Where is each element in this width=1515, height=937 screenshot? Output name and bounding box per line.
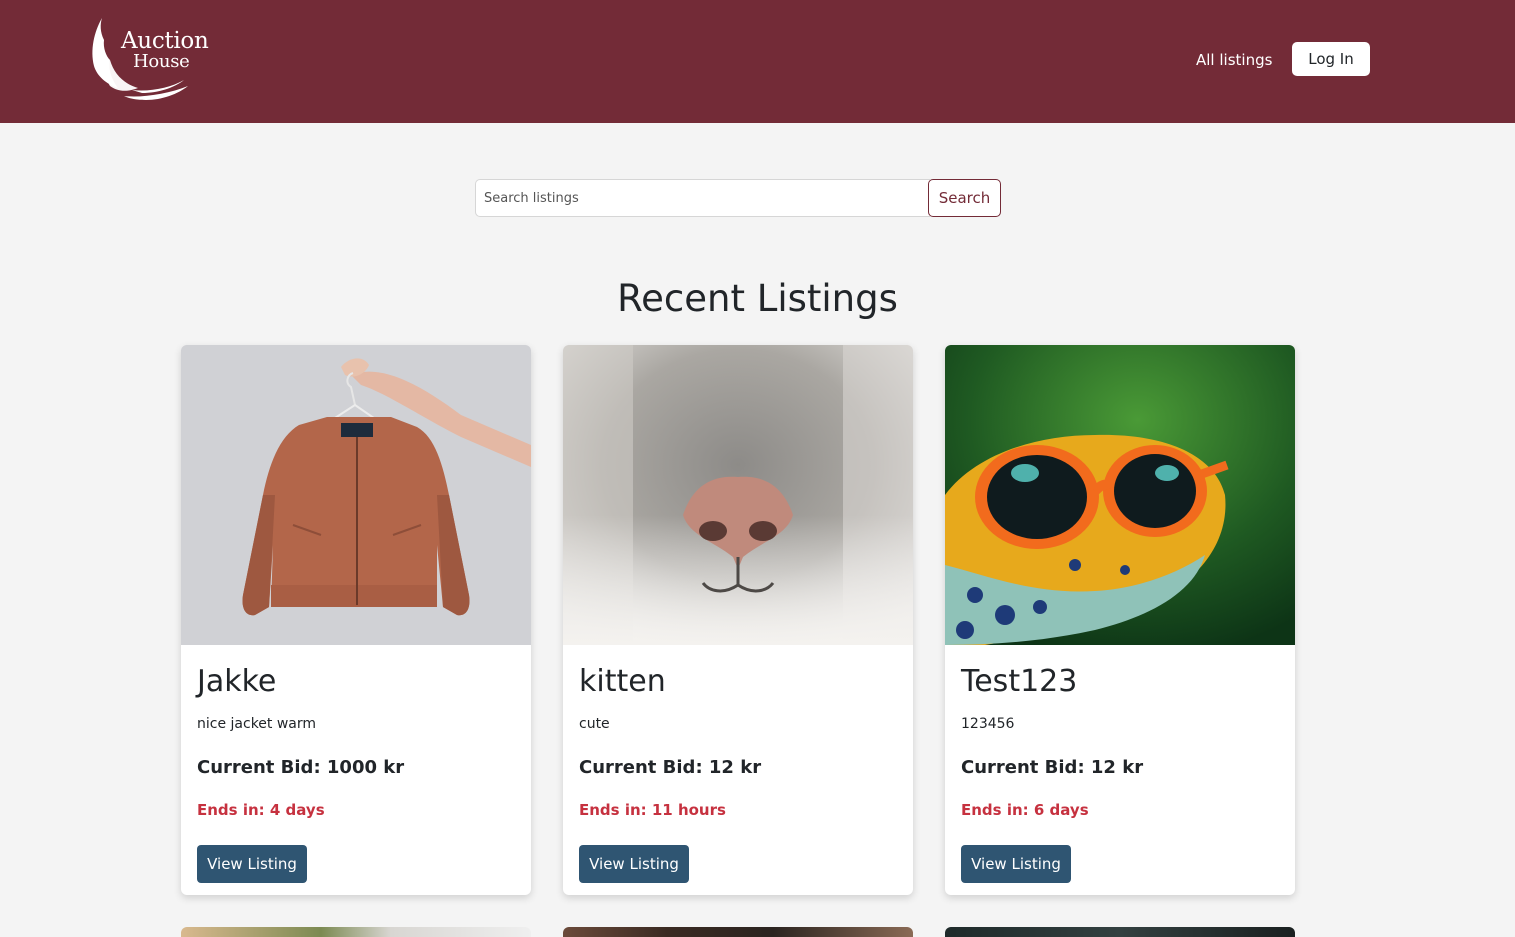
login-button[interactable]: Log In bbox=[1292, 42, 1370, 76]
listing-ends-in: Ends in: 4 days bbox=[197, 801, 325, 819]
logo-text-house: House bbox=[133, 51, 190, 72]
view-listing-button[interactable]: View Listing bbox=[961, 845, 1071, 883]
listing-image-jacket[interactable] bbox=[181, 345, 531, 645]
listing-ends-in: Ends in: 6 days bbox=[961, 801, 1089, 819]
listing-description: 123456 bbox=[961, 716, 1015, 732]
listing-ends-in: Ends in: 11 hours bbox=[579, 801, 726, 819]
listing-card: Jakke nice jacket warm Current Bid: 1000… bbox=[181, 345, 531, 895]
listing-title: Jakke bbox=[197, 664, 277, 699]
auction-house-logo[interactable]: Auction House bbox=[88, 14, 209, 104]
listing-card-peek bbox=[181, 927, 531, 937]
listing-description: nice jacket warm bbox=[197, 716, 317, 732]
view-listing-button[interactable]: View Listing bbox=[197, 845, 307, 883]
page-title: Recent Listings bbox=[617, 277, 898, 320]
listing-card: Test123 123456 Current Bid: 12 kr Ends i… bbox=[945, 345, 1295, 895]
nav-all-listings[interactable]: All listings bbox=[1196, 50, 1272, 70]
search-button[interactable]: Search bbox=[928, 179, 1001, 217]
listing-image-kitten[interactable] bbox=[563, 345, 913, 645]
listing-card-peek bbox=[563, 927, 913, 937]
listing-current-bid: Current Bid: 12 kr bbox=[961, 757, 1144, 778]
listing-title: kitten bbox=[579, 664, 666, 699]
listing-title: Test123 bbox=[961, 664, 1078, 699]
listing-current-bid: Current Bid: 1000 kr bbox=[197, 757, 405, 778]
listing-description: cute bbox=[579, 716, 610, 732]
listing-card-peek bbox=[945, 927, 1295, 937]
listing-image-frog[interactable] bbox=[945, 345, 1295, 645]
top-navbar: Auction House All listings Log In bbox=[0, 0, 1515, 123]
view-listing-button[interactable]: View Listing bbox=[579, 845, 689, 883]
search-input[interactable] bbox=[475, 179, 930, 217]
listing-card: kitten cute Current Bid: 12 kr Ends in: … bbox=[563, 345, 913, 895]
listing-current-bid: Current Bid: 12 kr bbox=[579, 757, 762, 778]
